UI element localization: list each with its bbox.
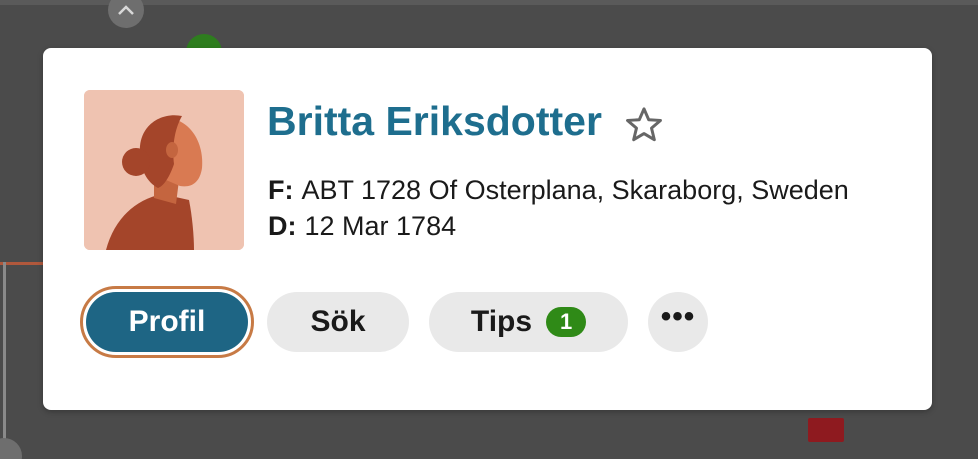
ellipsis-icon: ••• (660, 299, 696, 333)
person-popover-card: Britta Eriksdotter F: ABT 1728 Of Osterpl… (43, 48, 932, 410)
chevron-up-icon[interactable] (108, 0, 144, 28)
profil-button[interactable]: Profil (86, 292, 248, 352)
birth-fact-value: ABT 1728 Of Osterplana, Skaraborg, Swede… (301, 175, 849, 205)
tips-label: Tips (470, 305, 533, 338)
tree-node-flag (808, 418, 844, 442)
chevron-down-icon[interactable] (0, 438, 22, 459)
more-options-button[interactable]: ••• (648, 292, 708, 352)
death-fact-value: 12 Mar 1784 (304, 211, 457, 241)
tips-count-badge: 1 (546, 307, 587, 337)
person-name[interactable]: Britta Eriksdotter (267, 98, 602, 145)
life-facts: F: ABT 1728 Of Osterplana, Skaraborg, Swe… (268, 172, 849, 244)
tree-connector-vertical (3, 262, 6, 459)
female-silhouette-icon (84, 90, 244, 250)
birth-fact-key: F: (268, 175, 294, 205)
birth-fact: F: ABT 1728 Of Osterplana, Skaraborg, Swe… (268, 172, 849, 208)
tree-connector (0, 262, 44, 265)
death-fact: D: 12 Mar 1784 (268, 208, 849, 244)
tree-background: Britta Eriksdotter F: ABT 1728 Of Osterpl… (0, 0, 978, 459)
top-strip (0, 0, 978, 5)
death-fact-key: D: (268, 211, 297, 241)
star-outline-icon[interactable] (623, 104, 665, 146)
tips-button[interactable]: Tips 1 (429, 292, 628, 352)
sok-button[interactable]: Sök (267, 292, 409, 352)
avatar (84, 90, 244, 250)
